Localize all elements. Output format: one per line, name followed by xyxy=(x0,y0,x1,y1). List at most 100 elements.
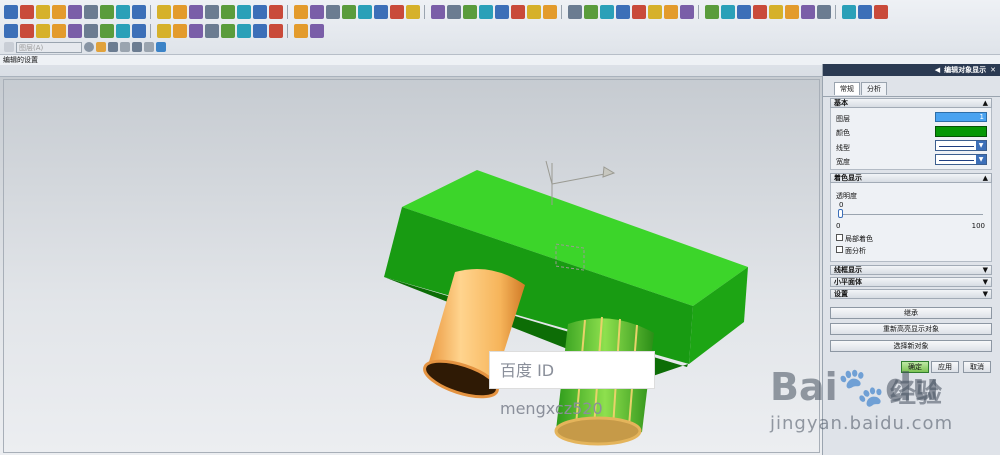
linetype-dropdown[interactable]: ▼ xyxy=(935,140,987,151)
curve-toolbar-tool-icon[interactable] xyxy=(132,23,146,38)
curve-toolbar-tool-icon[interactable] xyxy=(20,23,34,38)
toolbar-tool-icon[interactable] xyxy=(632,4,646,19)
toolbar-tool-icon[interactable] xyxy=(511,4,525,19)
width-dropdown[interactable]: ▼ xyxy=(935,154,987,165)
toolbar-tool-icon[interactable] xyxy=(680,4,694,19)
toolbar-tool-icon[interactable] xyxy=(20,4,34,19)
toolbar-tool-icon[interactable] xyxy=(543,4,557,19)
toolbar-tool-icon[interactable] xyxy=(132,4,146,19)
toolbar-tool-icon[interactable] xyxy=(479,4,493,19)
transparency-slider-track[interactable] xyxy=(839,214,983,215)
settings-section-header[interactable]: 设置 ▼ xyxy=(830,289,992,299)
tab-analysis[interactable]: 分析 xyxy=(861,82,887,95)
feature-rule-icon[interactable] xyxy=(144,42,154,52)
curve-toolbar-tool-icon[interactable] xyxy=(68,23,82,38)
toolbar-tool-icon[interactable] xyxy=(253,4,267,19)
curve-toolbar-tool-icon[interactable] xyxy=(100,23,114,38)
shading-section-header[interactable]: 着色显示 ▲ xyxy=(830,173,992,183)
toolbar-tool-icon[interactable] xyxy=(616,4,630,19)
toolbar-tool-icon[interactable] xyxy=(326,4,340,19)
close-icon[interactable]: ✕ xyxy=(990,64,996,76)
face-analysis-checkbox[interactable] xyxy=(836,246,843,253)
toolbar-tool-icon[interactable] xyxy=(858,4,872,19)
curve-toolbar-tool-icon[interactable] xyxy=(269,23,283,38)
curve-toolbar-tool-icon[interactable] xyxy=(189,23,203,38)
toolbar-tool-icon[interactable] xyxy=(157,4,171,19)
collapse-icon[interactable]: ◀ xyxy=(935,64,940,76)
toolbar-tool-icon[interactable] xyxy=(390,4,404,19)
toolbar-tool-icon[interactable] xyxy=(68,4,82,19)
toolbar-tool-icon[interactable] xyxy=(84,4,98,19)
toolbar-tool-icon[interactable] xyxy=(205,4,219,19)
basic-section-header[interactable]: 基本 ▲ xyxy=(830,98,992,108)
toolbar-tool-icon[interactable] xyxy=(769,4,783,19)
toolbar-tool-icon[interactable] xyxy=(52,4,66,19)
curve-toolbar-tool-icon[interactable] xyxy=(310,23,324,38)
toolbar-tool-icon[interactable] xyxy=(495,4,509,19)
wireframe-section-header[interactable]: 线框显示 ▼ xyxy=(830,265,992,275)
toolbar-tool-icon[interactable] xyxy=(269,4,283,19)
curve-toolbar-tool-icon[interactable] xyxy=(157,23,171,38)
toolbar-tool-icon[interactable] xyxy=(100,4,114,19)
toolbar-tool-icon[interactable] xyxy=(4,4,18,19)
toolbar-tool-icon[interactable] xyxy=(173,4,187,19)
color-swatch[interactable] xyxy=(935,126,987,137)
object-select-icon[interactable] xyxy=(96,42,106,52)
toolbar-tool-icon[interactable] xyxy=(310,4,324,19)
face-rule-icon[interactable] xyxy=(120,42,130,52)
toolbar-tool-icon[interactable] xyxy=(406,4,420,19)
toolbar-tool-icon[interactable] xyxy=(237,4,251,19)
facet-body-section-header[interactable]: 小平面体 ▼ xyxy=(830,277,992,287)
toolbar-tool-icon[interactable] xyxy=(874,4,888,19)
toolbar-tool-icon[interactable] xyxy=(463,4,477,19)
rehighlight-button[interactable]: 重新高亮显示对象 xyxy=(830,323,992,335)
toolbar-tool-icon[interactable] xyxy=(527,4,541,19)
local-shading-checkbox[interactable] xyxy=(836,234,843,241)
curve-toolbar-tool-icon[interactable] xyxy=(116,23,130,38)
curve-toolbar-tool-icon[interactable] xyxy=(294,23,308,38)
toolbar-tool-icon[interactable] xyxy=(664,4,678,19)
toolbar-tool-icon[interactable] xyxy=(753,4,767,19)
toolbar-tool-icon[interactable] xyxy=(721,4,735,19)
toolbar-tool-icon[interactable] xyxy=(705,4,719,19)
toolbar-tool-icon[interactable] xyxy=(785,4,799,19)
toolbar-tool-icon[interactable] xyxy=(568,4,582,19)
toolbar-tool-icon[interactable] xyxy=(374,4,388,19)
selection-filter-icon[interactable] xyxy=(4,42,14,52)
curve-toolbar-tool-icon[interactable] xyxy=(173,23,187,38)
curve-toolbar-tool-icon[interactable] xyxy=(237,23,251,38)
curve-toolbar-tool-icon[interactable] xyxy=(221,23,235,38)
toolbar-tool-icon[interactable] xyxy=(116,4,130,19)
toolbar-tool-icon[interactable] xyxy=(431,4,445,19)
layer-field[interactable]: 1 xyxy=(935,112,987,122)
curve-toolbar-tool-icon[interactable] xyxy=(4,23,18,38)
tab-general[interactable]: 常规 xyxy=(834,82,860,95)
toolbar-tool-icon[interactable] xyxy=(447,4,461,19)
transparency-slider-thumb[interactable] xyxy=(838,209,843,218)
select-new-objects-button[interactable]: 选择新对象 xyxy=(830,340,992,352)
inherit-button[interactable]: 继承 xyxy=(830,307,992,319)
curve-toolbar-tool-icon[interactable] xyxy=(253,23,267,38)
toolbar-tool-icon[interactable] xyxy=(358,4,372,19)
toolbar-tool-icon[interactable] xyxy=(842,4,856,19)
curve-toolbar-tool-icon[interactable] xyxy=(84,23,98,38)
toolbar-tool-icon[interactable] xyxy=(801,4,815,19)
curve-rule-icon[interactable] xyxy=(108,42,118,52)
curve-toolbar-tool-icon[interactable] xyxy=(36,23,50,38)
curve-toolbar-tool-icon[interactable] xyxy=(205,23,219,38)
curve-toolbar-tool-icon[interactable] xyxy=(52,23,66,38)
toolbar-tool-icon[interactable] xyxy=(648,4,662,19)
toolbar-tool-icon[interactable] xyxy=(342,4,356,19)
toolbar-tool-icon[interactable] xyxy=(584,4,598,19)
toolbar-tool-icon[interactable] xyxy=(600,4,614,19)
toolbar-tool-icon[interactable] xyxy=(189,4,203,19)
toolbar-tool-icon[interactable] xyxy=(36,4,50,19)
body-rule-icon[interactable] xyxy=(132,42,142,52)
layer-combo[interactable]: 图层(A) xyxy=(16,41,82,53)
toolbar-tool-icon[interactable] xyxy=(221,4,235,19)
toolbar-tool-icon[interactable] xyxy=(817,4,831,19)
snap-point-icon[interactable] xyxy=(84,42,94,52)
toolbar-tool-icon[interactable] xyxy=(737,4,751,19)
toolbar-tool-icon[interactable] xyxy=(294,4,308,19)
select-all-icon[interactable] xyxy=(156,42,166,52)
